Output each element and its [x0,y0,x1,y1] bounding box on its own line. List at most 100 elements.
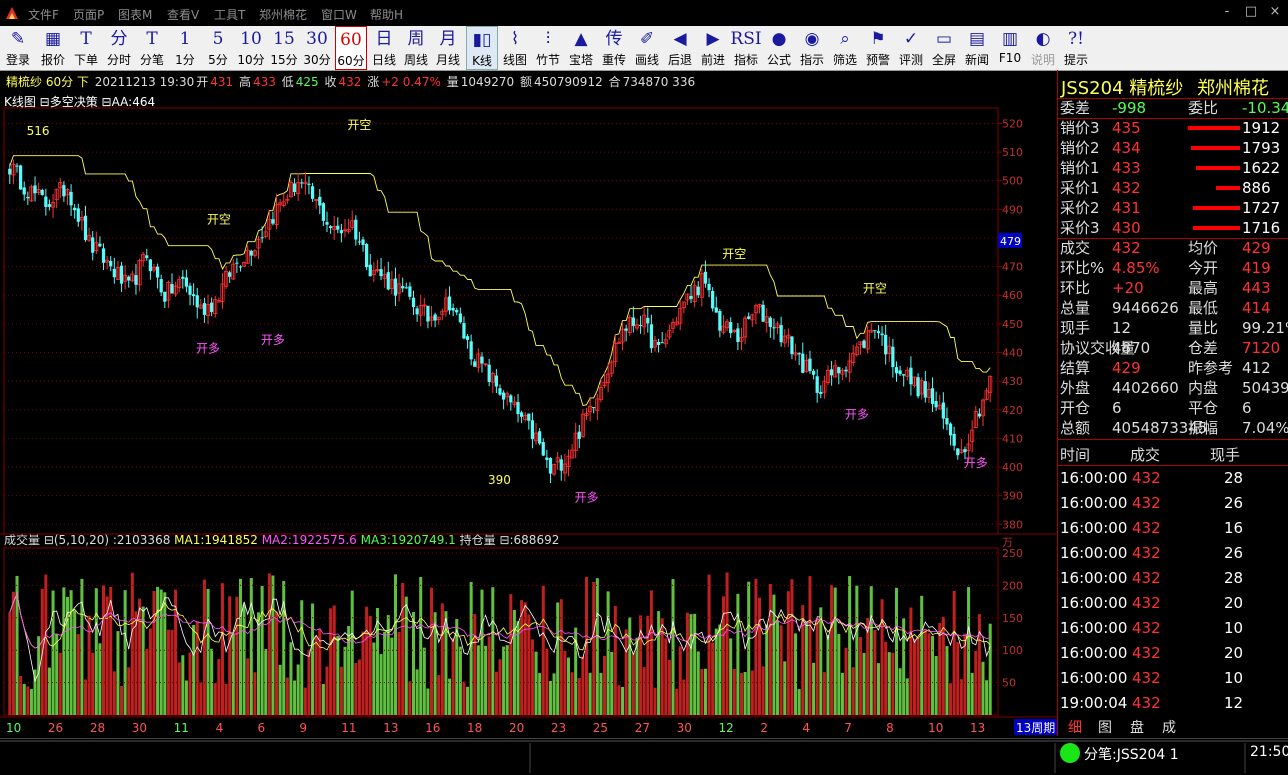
menu-chart[interactable]: 图表M [118,6,152,23]
toolbar-button-27[interactable]: ✓ 评测 [895,26,927,70]
toolbar-button-13[interactable]: 月月线 [432,26,464,70]
toolbar-icon-21: ▶ [706,29,720,49]
volume-bar [80,578,84,715]
menu-view[interactable]: 查看V [167,6,199,23]
toolbar-button-24[interactable]: ◉ 指示 [796,26,828,70]
candle-body [458,313,462,323]
volume-bar [725,572,729,715]
toolbar-button-14[interactable]: ▮▯ K线 [466,26,498,70]
candle-body [145,255,149,259]
volume-bar [959,679,963,715]
tick-time: 19:00:04 [1060,694,1128,712]
toolbar-icon-2: T [80,29,92,49]
volume-bar [202,579,206,715]
toolbar-button-28[interactable]: ▭ 全屏 [928,26,960,70]
toolbar-icon-28: ▭ [935,29,953,49]
toolbar-button-17[interactable]: ▲ 宝塔 [565,26,597,70]
toolbar-button-31[interactable]: ◐ 说明 [1027,26,1059,70]
candle-body [501,392,506,400]
menu-help[interactable]: 帮助H [370,6,403,23]
toolbar-button-8[interactable]: 15 15分 [268,26,300,70]
toolbar-button-6[interactable]: 5 5分 [202,26,234,70]
volume-bar [603,655,607,715]
menu-page[interactable]: 页面P [73,6,104,23]
toolbar-button-18[interactable]: 传重传 [598,26,630,70]
toolbar-button-0[interactable]: ✎ 登录 [2,26,34,70]
toolbar-button-4[interactable]: T 分笔 [136,26,168,70]
volume-bar [822,672,826,715]
close-button[interactable]: × [1266,4,1284,20]
volume-bar [195,621,199,715]
toolbar-button-7[interactable]: 10 10分 [235,26,267,70]
minimize-button[interactable]: - [1218,4,1236,20]
toolbar-button-21[interactable]: ▶ 前进 [697,26,729,70]
menu-file[interactable]: 文件F [28,6,59,23]
volume-bar [401,582,405,715]
date-tick-label: 16 [425,721,440,735]
candle-body [379,269,383,277]
toolbar-button-9[interactable]: 30 30分 [301,26,333,70]
toolbar-button-1[interactable]: ▦ 报价 [37,26,69,70]
level-price: 433 [1112,159,1141,177]
volume-bar [278,664,282,715]
volume-bar [912,639,917,715]
volume-bar [466,686,470,715]
volume-bar [941,616,945,715]
volume-bar [675,688,679,715]
volume-bar [667,659,671,715]
toolbar-button-10[interactable]: 60 60分 [335,26,367,70]
toolbar-button-2[interactable]: T 下单 [70,26,102,70]
toolbar-button-20[interactable]: ◀ 后退 [664,26,696,70]
volume-bar [512,609,516,715]
toolbar-button-22[interactable]: RSI 指标 [730,26,762,70]
toolbar-button-26[interactable]: ⚑ 预警 [862,26,894,70]
toolbar-button-3[interactable]: 分分时 [103,26,135,70]
menu-cotton[interactable]: 郑州棉花 [259,6,307,23]
divider [1058,439,1288,440]
maximize-button[interactable]: □ [1242,4,1260,20]
tab-book[interactable]: 盘 [1130,717,1144,737]
volume-bar [628,617,632,715]
price-tick-label: 410 [1002,432,1023,445]
toolbar-button-30[interactable]: ▥ F10 [994,26,1026,70]
date-tick-label: 9 [299,721,307,735]
tab-trades[interactable]: 成 [1162,717,1176,737]
volume-bar [206,588,210,715]
tab-chart[interactable]: 图 [1098,717,1112,737]
volume-bar [177,662,181,715]
volume-tick-label: 200 [1002,579,1023,592]
toolbar-icon-8: 15 [273,29,295,49]
volume-bar [819,607,823,715]
candle-body [963,449,967,453]
main-chart[interactable]: 5205105004904804704604504404304204104003… [0,70,1057,737]
stat-value-2: 429 [1242,239,1271,257]
volume-bar [343,646,347,715]
level-volume-bar [1193,226,1240,230]
toolbar-icon-19: ✐ [639,29,655,49]
stat-value-2: 412 [1242,359,1271,377]
level-volume: 1793 [1242,139,1281,157]
menu-tools[interactable]: 工具T [214,6,245,23]
toolbar-button-19[interactable]: ✐ 画线 [631,26,663,70]
volume-bar [599,672,603,715]
signal-annotation: 开空 [722,247,746,261]
quote-panel: JSS204 精梳纱 郑州棉花 委差 -998 委比 -10.34 销价3 435… [1057,70,1288,736]
candle-body [977,413,982,417]
toolbar-button-16[interactable]: ⫶ 竹节 [532,26,564,70]
candle-body [494,375,499,387]
stat-label: 总额 [1060,419,1091,437]
tab-detail[interactable]: 细 [1068,717,1082,737]
toolbar-button-32[interactable]: ?! 提示 [1060,26,1092,70]
toolbar-button-15[interactable]: ⌇ 线图 [499,26,531,70]
volume-tick-label: 250 [1002,547,1023,560]
candle-body [548,458,553,474]
toolbar-button-23[interactable]: ● 公式 [763,26,795,70]
volume-bar [444,611,448,715]
toolbar-button-5[interactable]: 1 1分 [169,26,201,70]
menu-window[interactable]: 窗口W [321,6,357,23]
status-label[interactable]: 分笔:JSS204 1 [1084,744,1179,764]
toolbar-button-29[interactable]: ▤ 新闻 [961,26,993,70]
toolbar-button-25[interactable]: ⌕ 筛选 [829,26,861,70]
candle-body [527,413,531,421]
candle-body [134,275,138,285]
